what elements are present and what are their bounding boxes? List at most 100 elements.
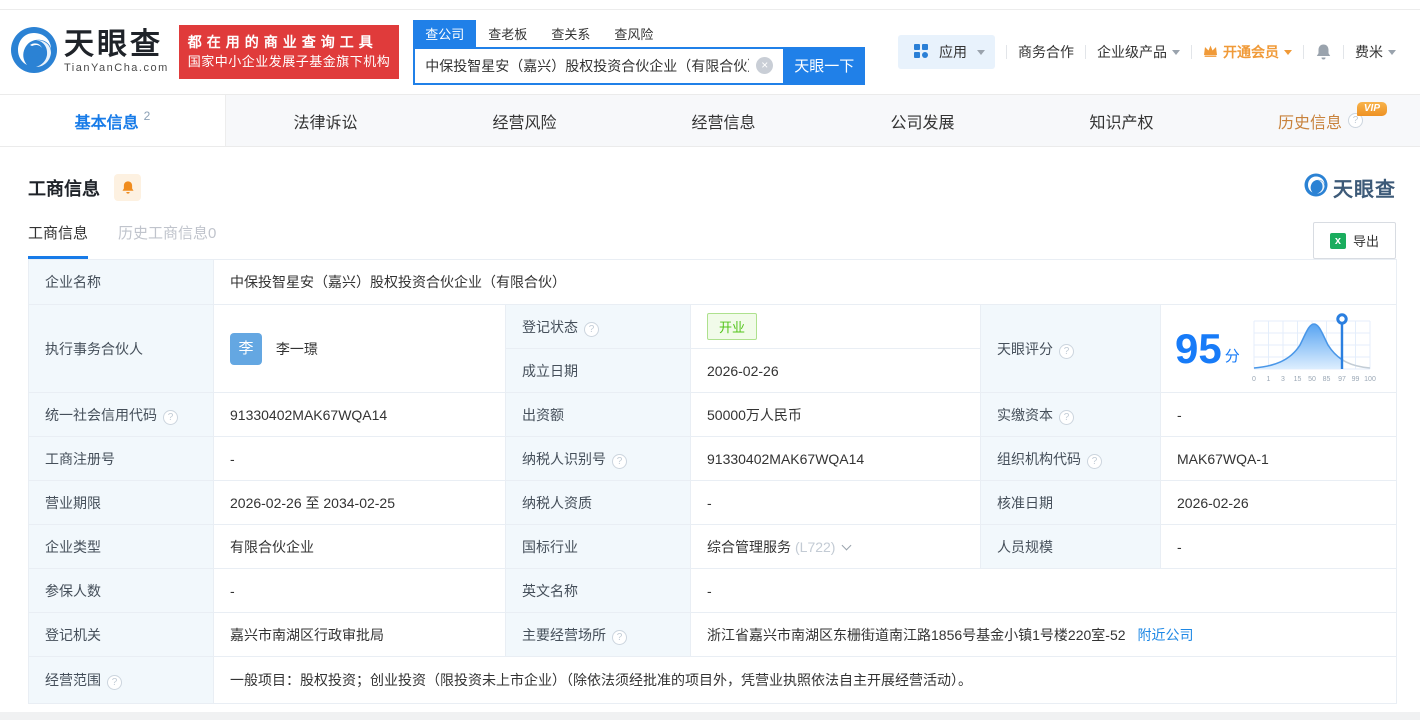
address-label: 主要经营场所? (505, 612, 691, 657)
subtab-history-business-info[interactable]: 历史工商信息0 (118, 222, 216, 259)
top-divider (0, 0, 1420, 10)
chevron-down-icon (977, 49, 985, 55)
score-unit: 分 (1224, 348, 1240, 365)
nearby-companies-link[interactable]: 附近公司 (1138, 627, 1194, 643)
score-value: 95 (1175, 324, 1222, 372)
table-row: 登记机关 嘉兴市南湖区行政审批局 主要经营场所? 浙江省嘉兴市南湖区东栅街道南江… (28, 612, 1398, 657)
nav-enterprise[interactable]: 企业级产品 (1097, 42, 1180, 62)
chevron-down-icon (1388, 49, 1396, 55)
subtab-business-info[interactable]: 工商信息 (28, 222, 89, 259)
nav-cooperation[interactable]: 商务合作 (1018, 42, 1074, 62)
site-header: 天眼查 TianYanCha.com 都在用的商业查询工具 国家中小企业发展子基… (0, 10, 1420, 94)
help-icon[interactable]: ? (1059, 343, 1074, 359)
taxpayer-quality-label: 纳税人资质 (505, 480, 691, 525)
watermark-label: 天眼查 (1333, 179, 1396, 201)
export-button[interactable]: x 导出 (1312, 222, 1396, 259)
help-icon[interactable]: ? (107, 675, 122, 690)
search-tab-company[interactable]: 查公司 (413, 19, 477, 47)
org-code-label: 组织机构代码? (980, 436, 1161, 481)
table-row: 企业类型 有限合伙企业 国标行业 综合管理服务 (L722) 人员规模 - (28, 524, 1398, 569)
search-tabs: 查公司 查老板 查关系 查风险 (413, 19, 865, 47)
help-icon[interactable]: ? (1087, 453, 1102, 469)
search-button[interactable]: 天眼一下 (783, 46, 866, 85)
help-icon[interactable]: ? (612, 453, 627, 469)
tab-operating-risk[interactable]: 经营风险 (425, 95, 624, 146)
business-info-header: 工商信息 天眼查 (0, 147, 1420, 202)
tab-basic-info[interactable]: 基本信息 2 (0, 95, 226, 146)
chevron-down-icon (842, 540, 852, 550)
notification-bell-icon[interactable] (1315, 43, 1332, 61)
paid-capital-label: 实缴资本? (980, 392, 1161, 437)
slogan-line2: 国家中小企业发展子基金旗下机构 (187, 53, 391, 69)
company-type-label: 企业类型 (28, 524, 214, 569)
nav-open-vip[interactable]: 开通会员 (1203, 42, 1292, 62)
slogan-banner: 都在用的商业查询工具 国家中小企业发展子基金旗下机构 (178, 25, 400, 79)
svg-text:99: 99 (1351, 376, 1359, 383)
crown-icon (1203, 44, 1218, 60)
table-row: 统一社会信用代码? 91330402MAK67WQA14 出资额 50000万人… (28, 392, 1398, 437)
help-icon[interactable]: ? (163, 409, 178, 425)
tianyancha-swirl-icon (10, 26, 58, 79)
avatar[interactable]: 李 (230, 332, 262, 365)
tax-id-value: 91330402MAK67WQA14 (690, 436, 981, 481)
chevron-down-icon (1284, 49, 1292, 55)
registration-authority-value: 嘉兴市南湖区行政审批局 (213, 612, 506, 657)
svg-text:85: 85 (1322, 376, 1330, 383)
table-row: 营业期限 2026-02-26 至 2034-02-25 纳税人资质 - 核准日… (28, 480, 1398, 525)
apps-menu[interactable]: 应用 (898, 35, 995, 69)
excel-icon: x (1329, 232, 1346, 249)
help-icon[interactable]: ? (612, 629, 627, 645)
taxpayer-quality-value: - (690, 480, 981, 525)
exec-partner-name[interactable]: 李一璟 (276, 341, 318, 357)
approval-date-value: 2026-02-26 (1159, 480, 1398, 525)
business-scope-value: 一般项目：股权投资；创业投资（限投资未上市企业）（除依法须经批准的项目外，凭营业… (212, 656, 1398, 704)
english-name-label: 英文名称 (505, 568, 691, 613)
search-tab-boss[interactable]: 查老板 (476, 20, 539, 47)
section-title: 工商信息 (28, 178, 100, 199)
svg-text:3: 3 (1281, 376, 1285, 383)
english-name-value: - (689, 568, 1398, 613)
business-scope-label: 经营范围? (28, 656, 214, 704)
insured-count-value: - (213, 568, 506, 613)
company-name-value: 中保投智星安（嘉兴）股权投资合伙企业（有限合伙） (212, 259, 1398, 305)
company-tabs: 基本信息 2 法律诉讼 经营风险 经营信息 公司发展 知识产权 VIP 历史信息… (0, 94, 1420, 147)
svg-text:97: 97 (1338, 376, 1346, 383)
table-row: 参保人数 - 英文名称 - (28, 568, 1398, 613)
user-menu[interactable]: 费米 (1355, 42, 1396, 62)
vip-badge: VIP (1356, 102, 1387, 116)
tab-company-development[interactable]: 公司发展 (823, 95, 1022, 146)
search-input[interactable] (413, 46, 784, 85)
tab-operating-info[interactable]: 经营信息 (624, 95, 823, 146)
help-icon[interactable]: ? (584, 321, 599, 337)
table-row: 企业名称 中保投智星安（嘉兴）股权投资合伙企业（有限合伙） (28, 259, 1398, 305)
tianyancha-swirl-icon (1304, 173, 1328, 202)
business-term-label: 营业期限 (28, 480, 214, 525)
registration-authority-label: 登记机关 (28, 612, 214, 657)
reg-status-label: 登记状态? (505, 304, 691, 349)
tab-history-info[interactable]: VIP 历史信息 ? (1221, 95, 1420, 146)
help-icon[interactable]: ? (1059, 409, 1074, 425)
monitor-bell-icon[interactable] (114, 174, 141, 201)
clear-search-icon[interactable]: × (756, 56, 774, 74)
org-code-value: MAK67WQA-1 (1159, 436, 1398, 481)
tianyancha-logo[interactable]: 天眼查 TianYanCha.com (10, 26, 169, 79)
tab-legal[interactable]: 法律诉讼 (226, 95, 425, 146)
table-row: 工商注册号 - 纳税人识别号? 91330402MAK67WQA14 组织机构代… (28, 436, 1398, 481)
business-info-table: 企业名称 中保投智星安（嘉兴）股权投资合伙企业（有限合伙） 执行事务合伙人 李 … (28, 259, 1398, 704)
slogan-line1: 都在用的商业查询工具 (187, 34, 378, 51)
industry-label: 国标行业 (505, 524, 691, 569)
capital-label: 出资额 (505, 392, 691, 437)
header-nav: 应用 商务合作 企业级产品 开通会员 费米 (898, 35, 1396, 69)
search-tab-risk[interactable]: 查风险 (602, 20, 665, 47)
industry-value[interactable]: 综合管理服务 (L722) (690, 524, 981, 569)
tab-intellectual-property[interactable]: 知识产权 (1022, 95, 1221, 146)
search-module: 查公司 查老板 查关系 查风险 × 天眼一下 (413, 19, 866, 85)
reg-number-value: - (213, 436, 506, 481)
tianyancha-page: 天眼查 TianYanCha.com 都在用的商业查询工具 国家中小企业发展子基… (0, 0, 1420, 712)
paid-capital-value: - (1159, 392, 1398, 437)
staff-size-value: - (1159, 524, 1398, 569)
search-tab-relation[interactable]: 查关系 (539, 20, 602, 47)
logo-title: 天眼查 (64, 28, 163, 61)
staff-size-label: 人员规模 (980, 524, 1161, 569)
svg-text:50: 50 (1308, 376, 1316, 383)
